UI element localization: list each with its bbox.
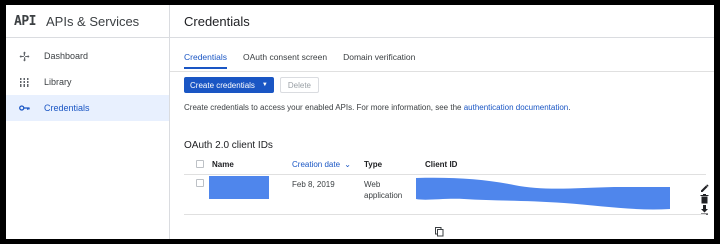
key-icon xyxy=(19,103,30,114)
sidebar-title: APIs & Services xyxy=(45,13,140,29)
sidebar-item-label: Library xyxy=(44,77,72,87)
row-checkbox[interactable] xyxy=(196,179,204,187)
sidebar: API APIs & Services Dashboard Library Cr… xyxy=(6,5,170,239)
column-header-name: Name xyxy=(212,160,234,169)
type-cell-line1: Web xyxy=(364,180,381,189)
type-cell-line2: application xyxy=(364,191,403,200)
sidebar-header: API APIs & Services xyxy=(6,5,169,38)
select-all-checkbox[interactable] xyxy=(196,160,204,168)
info-text-end: . xyxy=(568,103,571,112)
info-text: Create credentials to access your enable… xyxy=(184,103,570,112)
edit-icon[interactable] xyxy=(699,183,709,193)
row-divider xyxy=(184,214,706,215)
sidebar-item-credentials[interactable]: Credentials xyxy=(6,95,169,121)
sidebar-item-library[interactable]: Library xyxy=(6,69,169,95)
delete-button[interactable]: Delete xyxy=(279,77,319,93)
window: API APIs & Services Dashboard Library Cr… xyxy=(6,5,714,239)
redacted-name xyxy=(209,176,269,199)
tab-bar: Credentials OAuth consent screen Domain … xyxy=(184,52,431,69)
tabs-divider xyxy=(170,71,714,72)
redacted-client-id xyxy=(416,177,670,210)
tab-credentials[interactable]: Credentials xyxy=(184,52,227,69)
api-logo: API xyxy=(14,13,36,29)
column-header-creation-date-label: Creation date xyxy=(292,160,341,169)
caret-down-icon: ▼ xyxy=(261,82,268,88)
sidebar-nav: Dashboard Library Credentials xyxy=(6,38,169,121)
section-title: OAuth 2.0 client IDs xyxy=(184,140,273,151)
main-panel: Credentials Credentials OAuth consent sc… xyxy=(170,5,714,239)
toolbar: Create credentials ▼ Delete xyxy=(184,77,319,93)
tab-oauth-consent-screen[interactable]: OAuth consent screen xyxy=(243,52,327,69)
dashboard-icon xyxy=(19,51,30,62)
column-header-client-id: Client ID xyxy=(425,160,458,169)
sidebar-item-dashboard[interactable]: Dashboard xyxy=(6,43,169,69)
tab-domain-verification[interactable]: Domain verification xyxy=(343,52,415,69)
info-text-body: Create credentials to access your enable… xyxy=(184,103,464,112)
page-title: Credentials xyxy=(170,5,714,38)
type-cell: Web application xyxy=(364,179,402,201)
delete-icon[interactable] xyxy=(699,194,709,204)
copy-icon[interactable] xyxy=(434,227,444,237)
column-header-creation-date[interactable]: Creation date ⌄ xyxy=(292,160,351,169)
creation-date-cell: Feb 8, 2019 xyxy=(292,180,335,189)
create-credentials-label: Create credentials xyxy=(190,80,255,90)
column-header-type: Type xyxy=(364,160,383,169)
authentication-documentation-link[interactable]: authentication documentation xyxy=(464,103,569,112)
sidebar-item-label: Dashboard xyxy=(44,51,89,61)
library-icon xyxy=(19,77,30,88)
sidebar-item-label: Credentials xyxy=(44,103,90,113)
create-credentials-button[interactable]: Create credentials ▼ xyxy=(184,77,274,93)
sort-arrow-icon: ⌄ xyxy=(344,160,351,169)
